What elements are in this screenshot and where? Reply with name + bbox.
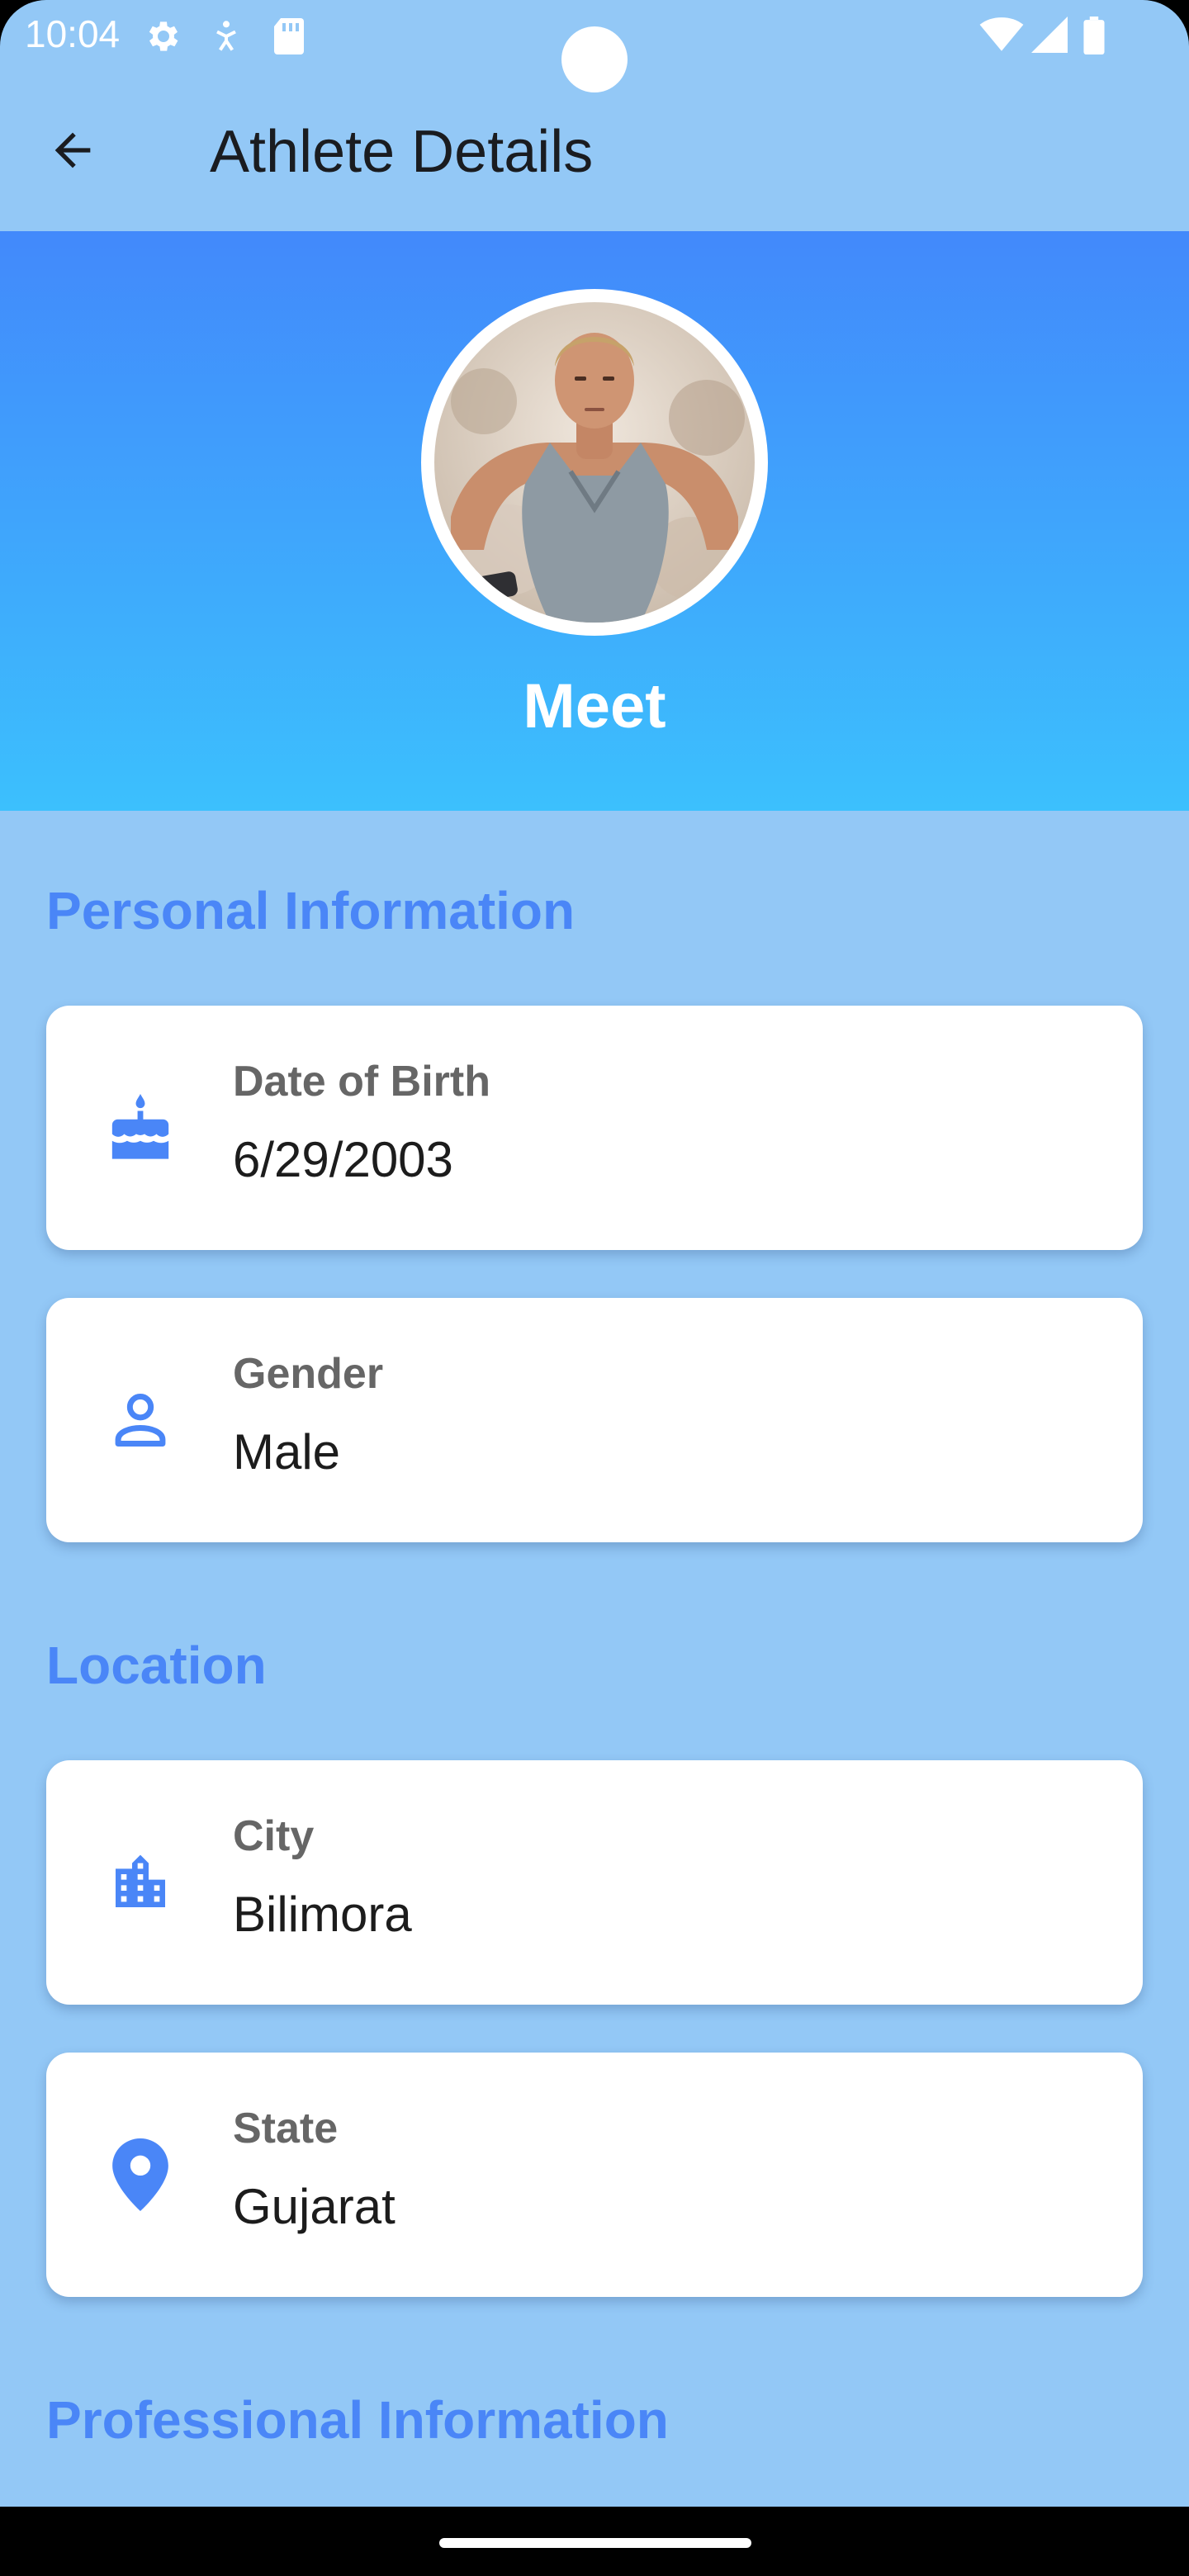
settings-icon [142,17,182,60]
home-gesture-handle[interactable] [439,2538,751,2548]
page-title: Athlete Details [210,119,594,185]
status-bar: 10:04 [0,0,1189,92]
card-label: Gender [233,1350,384,1398]
section-title-location: Location [46,1636,267,1695]
info-card-date-of-birth: Date of Birth 6/29/2003 [46,1006,1143,1250]
avatar [421,289,768,636]
accessibility-icon [208,17,244,60]
athlete-name: Meet [523,671,666,741]
person-icon [99,1379,182,1461]
city-icon [99,1841,182,1924]
athlete-photo [434,302,755,623]
card-value: Bilimora [233,1887,412,1942]
cell-signal-icon [1030,17,1068,57]
arrow-back-icon [46,124,99,181]
app-bar: Athlete Details [0,69,1189,231]
battery-icon [1083,17,1105,59]
section-title-professional: Professional Information [46,2390,669,2450]
info-card-city: City Bilimora [46,1760,1143,2005]
sd-card-icon [272,17,306,60]
card-value: Male [233,1424,341,1480]
location-pin-icon [99,2133,182,2216]
card-label: Date of Birth [233,1058,490,1106]
cake-icon [99,1087,182,1169]
section-title-personal: Personal Information [46,881,576,940]
card-value: 6/29/2003 [233,1132,453,1187]
info-card-gender: Gender Male [46,1298,1143,1542]
athlete-details-screen: 10:04 Athlete Details Meet Personal Info… [0,0,1189,2576]
status-time: 10:04 [25,12,121,55]
card-label: State [233,2105,339,2152]
wifi-icon [979,17,1024,57]
card-value: Gujarat [233,2179,396,2234]
info-card-state: State Gujarat [46,2053,1143,2297]
system-navigation-bar [0,2507,1189,2576]
card-label: City [233,1812,315,1860]
back-button[interactable] [33,112,112,192]
profile-header: Meet [0,231,1189,811]
